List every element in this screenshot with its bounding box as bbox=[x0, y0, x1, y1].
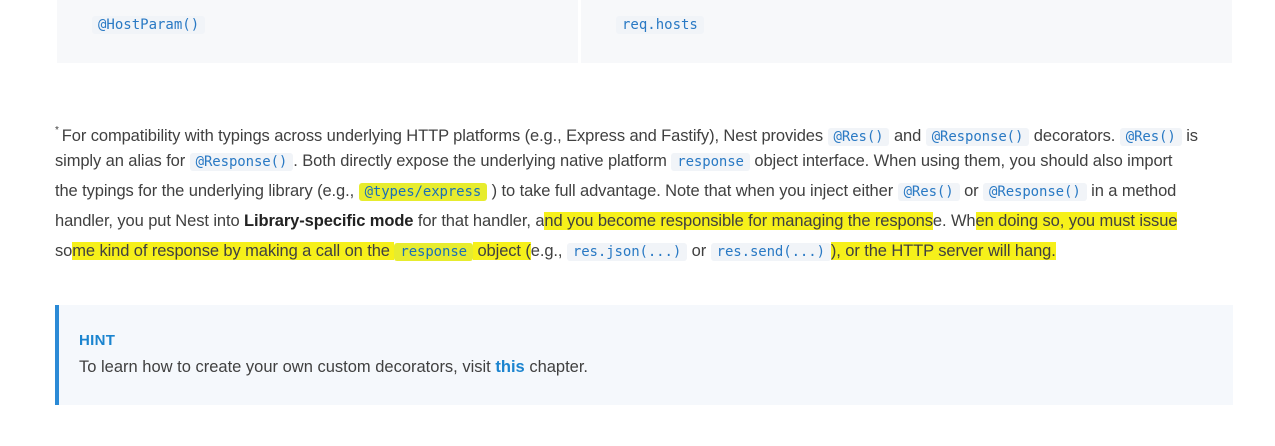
hint-box: HINT To learn how to create your own cus… bbox=[55, 305, 1233, 405]
highlighted-text: ), or the HTTP server will hang. bbox=[830, 242, 1056, 260]
highlighted-text: nd you become responsible for managing t… bbox=[544, 212, 933, 230]
code-res: @Res() bbox=[897, 183, 960, 201]
highlighted-text: object ( bbox=[477, 242, 531, 260]
code-types-express: @types/express bbox=[358, 183, 488, 201]
text: handler, you put Nest into bbox=[55, 212, 240, 230]
text: For compatibility with typings across un… bbox=[61, 127, 824, 145]
code-response: @Response() bbox=[925, 128, 1030, 146]
paragraph-line-2: simply an alias for @Response(). Both di… bbox=[55, 146, 1173, 176]
code-req-hosts: req.hosts bbox=[616, 16, 704, 34]
code-response: @Response() bbox=[983, 183, 1087, 201]
text: is bbox=[1186, 127, 1198, 145]
text: so bbox=[55, 242, 73, 260]
highlighted-text: me kind of response by making a call on … bbox=[72, 242, 390, 260]
text: or bbox=[964, 182, 979, 200]
text: or bbox=[691, 242, 707, 260]
hint-title: HINT bbox=[79, 332, 116, 349]
paragraph-line-5: some kind of response by making a call o… bbox=[55, 236, 1056, 266]
text: e.g., bbox=[530, 242, 563, 260]
text: and bbox=[893, 127, 922, 145]
code-response-object: response bbox=[671, 153, 750, 171]
table-row: @HostParam() req.hosts bbox=[57, 0, 1232, 63]
hint-text-before: To learn how to create your own custom d… bbox=[79, 358, 491, 376]
table-cell-decorator: @HostParam() bbox=[57, 0, 578, 63]
code-response: @Response() bbox=[189, 153, 294, 171]
text: object interface. When using them, you s… bbox=[754, 152, 1173, 170]
code-res-send: res.send(...) bbox=[710, 243, 831, 261]
library-specific-mode: Library-specific mode bbox=[244, 212, 414, 230]
hint-text: To learn how to create your own custom d… bbox=[79, 358, 588, 377]
text: . Both directly expose the underlying na… bbox=[293, 152, 667, 170]
text: ) to take full advantage. Note that when… bbox=[491, 182, 894, 200]
text: for that handler, a bbox=[417, 212, 545, 230]
code-res: @Res() bbox=[1119, 128, 1182, 146]
code-response-object: response bbox=[394, 243, 473, 261]
hint-text-after: chapter. bbox=[529, 358, 589, 376]
paragraph-line-1: * For compatibility with typings across u… bbox=[55, 116, 1198, 146]
code-res-json: res.json(...) bbox=[566, 243, 688, 261]
text: simply an alias for bbox=[55, 152, 186, 170]
text: e. Wh bbox=[932, 212, 976, 230]
code-res: @Res() bbox=[827, 128, 890, 146]
text: decorators. bbox=[1033, 127, 1116, 145]
highlighted-text: en doing so, you must issue bbox=[975, 212, 1178, 230]
hint-link-this[interactable]: this bbox=[495, 358, 524, 376]
code-host-param: @HostParam() bbox=[92, 16, 206, 34]
table-cell-equivalent: req.hosts bbox=[581, 0, 1232, 63]
footnote-mark: * bbox=[55, 125, 59, 136]
text: in a method bbox=[1091, 182, 1177, 200]
text: the typings for the underlying library (… bbox=[55, 182, 355, 200]
paragraph-line-4: handler, you put Nest into Library-speci… bbox=[55, 206, 1177, 236]
paragraph-line-3: the typings for the underlying library (… bbox=[55, 176, 1176, 206]
